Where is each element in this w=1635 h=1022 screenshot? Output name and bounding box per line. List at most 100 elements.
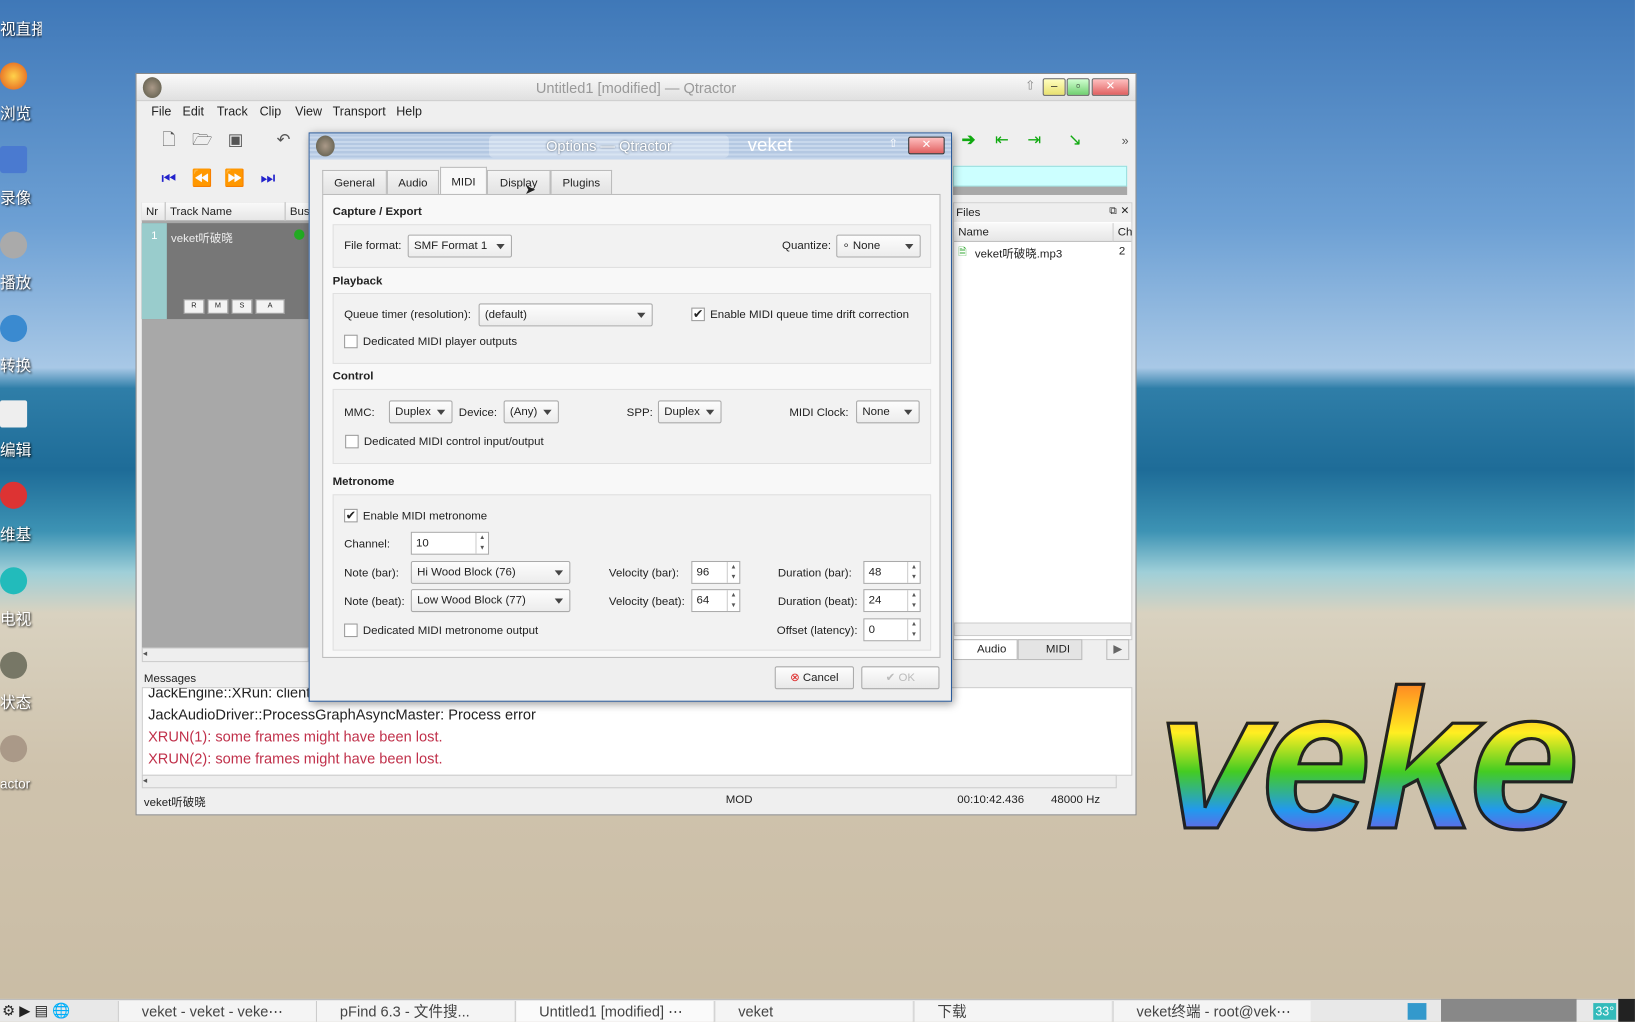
follow-icon[interactable]: ↘ <box>1064 129 1087 152</box>
converter-icon[interactable] <box>0 314 28 343</box>
menu-help[interactable]: Help <box>396 104 422 119</box>
spin-arrows-icon[interactable]: ▲ ▼ <box>475 532 488 554</box>
player-outputs-checkbox[interactable] <box>344 334 358 349</box>
col-track-name[interactable]: Track Name <box>164 202 285 222</box>
automation-button[interactable]: A <box>255 299 285 314</box>
loop-end-icon[interactable]: ⇥ <box>1023 129 1046 152</box>
cancel-button[interactable]: ⊗ Cancel <box>774 666 854 690</box>
open-folder-icon[interactable]: 🗁 <box>191 129 214 152</box>
desktop-icon-label[interactable]: 电视 <box>0 608 42 630</box>
task-terminal[interactable]: veket终端 - root@vek⋯ <box>1112 1000 1311 1022</box>
menu-edit[interactable]: Edit <box>182 104 204 119</box>
note-beat-select[interactable]: Low Wood Block (77) <box>410 589 571 613</box>
wiki-icon[interactable] <box>0 481 28 509</box>
tab-plugins[interactable]: Plugins <box>550 169 613 195</box>
signal-tray-icon[interactable] <box>1618 998 1635 1022</box>
menu-file[interactable]: File <box>151 104 171 119</box>
duration-beat-spinbox[interactable]: 24 ▲ ▼ <box>863 589 921 613</box>
track-name[interactable]: veket听破晓 <box>171 229 233 246</box>
undo-icon[interactable]: ↶ <box>272 129 295 152</box>
device-select[interactable]: (Any) <box>503 400 559 424</box>
workspace-pager[interactable] <box>1441 998 1577 1022</box>
forward-end-icon[interactable]: ⏭ <box>257 168 280 191</box>
close-button[interactable]: ✕ <box>1091 78 1130 96</box>
ok-button[interactable]: ✔ OK <box>861 666 940 690</box>
qtractor-icon[interactable] <box>0 735 28 763</box>
loop-start-icon[interactable]: ⇤ <box>991 129 1014 152</box>
browser-icon[interactable] <box>0 62 28 90</box>
metronome-output-checkbox[interactable] <box>344 623 358 638</box>
fast-forward-icon[interactable]: ⏩ <box>223 168 246 191</box>
dialog-close-button[interactable]: ✕ <box>908 136 945 155</box>
tab-general[interactable]: General <box>322 169 387 195</box>
duration-bar-spinbox[interactable]: 48 ▲ ▼ <box>863 560 921 584</box>
desktop-icon-label[interactable]: 播放 <box>0 271 42 293</box>
desktop-icon-label[interactable]: 编辑 <box>0 439 42 461</box>
quantize-select[interactable]: ∘ None <box>836 234 921 258</box>
rewind-icon[interactable]: ⏪ <box>191 168 214 191</box>
network-tray-icon[interactable] <box>1407 1003 1427 1020</box>
channel-spinbox[interactable]: 10 ▲ ▼ <box>410 531 490 555</box>
note-bar-select[interactable]: Hi Wood Block (76) <box>410 560 571 584</box>
files-hscrollbar[interactable] <box>954 622 1132 637</box>
record-button[interactable]: R <box>183 299 205 314</box>
tab-audio[interactable]: Audio <box>953 639 1018 661</box>
toolbar-more-icon[interactable]: » <box>1114 129 1137 152</box>
col-ch[interactable]: Ch <box>1112 223 1132 242</box>
punch-in-icon[interactable]: ➔ <box>957 129 980 152</box>
mute-button[interactable]: M <box>207 299 229 314</box>
spin-arrows-icon[interactable]: ▲ ▼ <box>726 590 740 612</box>
dedicated-control-checkbox[interactable] <box>345 434 359 449</box>
tv-icon[interactable] <box>0 567 28 595</box>
minimize-button[interactable]: – <box>1042 78 1066 96</box>
col-bus[interactable]: Bus <box>284 202 310 222</box>
spin-arrows-icon[interactable]: ▲ ▼ <box>726 562 740 583</box>
title-bar[interactable]: Untitled1 [modified] — Qtractor ⇧ – ▫ ✕ <box>136 74 1136 102</box>
col-name[interactable]: Name <box>954 223 1113 242</box>
enable-metronome-checkbox[interactable]: ✔ <box>344 508 358 523</box>
tab-midi[interactable]: MIDI <box>1017 639 1083 661</box>
drift-correction-checkbox[interactable]: ✔ <box>691 308 705 322</box>
launcher-icons[interactable]: ⚙ ▶ ▤ 🌐 <box>2 1002 70 1020</box>
col-nr[interactable]: Nr <box>141 202 165 222</box>
desktop-icon-label[interactable]: 视直播 <box>0 18 42 40</box>
editor-icon[interactable] <box>0 400 28 428</box>
tab-midi[interactable]: MIDI <box>440 166 487 197</box>
spin-arrows-icon[interactable]: ▲ ▼ <box>907 619 920 641</box>
status-icon[interactable] <box>0 651 28 679</box>
queue-timer-select[interactable]: (default) <box>478 303 653 327</box>
desktop-icon-label[interactable]: 维基 <box>0 523 42 545</box>
pin-up-icon[interactable]: ⇧ <box>1025 78 1035 93</box>
desktop-icon-label[interactable]: 浏览 <box>0 102 42 124</box>
menu-view[interactable]: View <box>295 104 322 119</box>
speaker-icon[interactable] <box>0 231 28 259</box>
menu-track[interactable]: Track <box>217 104 248 119</box>
midi-clock-select[interactable]: None <box>856 400 920 424</box>
task-downloads[interactable]: 下载 <box>913 1000 1112 1022</box>
save-icon[interactable]: ▣ <box>224 129 247 152</box>
menu-transport[interactable]: Transport <box>333 104 386 119</box>
file-format-select[interactable]: SMF Format 1 <box>407 234 512 258</box>
file-name[interactable]: veket听破晓.mp3 <box>975 245 1062 262</box>
track-row[interactable]: 1 veket听破晓 R M S A <box>141 223 309 320</box>
desktop-icon-label[interactable]: 状态 <box>0 691 42 713</box>
spin-arrows-icon[interactable]: ▲ ▼ <box>907 590 920 612</box>
task-browser[interactable]: veket - veket - veke⋯ <box>117 1000 316 1022</box>
desktop-icon-label[interactable]: 录像 <box>0 187 42 209</box>
close-panel-icon[interactable]: ✕ <box>1120 205 1129 216</box>
spp-select[interactable]: Duplex <box>657 400 722 424</box>
task-qtractor[interactable]: Untitled1 [modified] ⋯ <box>515 1000 714 1022</box>
spin-arrows-icon[interactable]: ▲ ▼ <box>907 562 920 583</box>
play-file-button[interactable]: ▶ <box>1106 639 1130 661</box>
task-pfind[interactable]: pFind 6.3 - 文件搜... <box>315 1000 515 1022</box>
pin-up-icon[interactable]: ⇧ <box>888 137 898 151</box>
velocity-beat-spinbox[interactable]: 64 ▲ ▼ <box>691 589 741 613</box>
solo-button[interactable]: S <box>231 299 253 314</box>
tab-audio[interactable]: Audio <box>386 169 439 195</box>
rewind-start-icon[interactable]: ⏮ <box>157 168 180 191</box>
menu-clip[interactable]: Clip <box>260 104 282 119</box>
maximize-button[interactable]: ▫ <box>1066 78 1090 96</box>
offset-spinbox[interactable]: 0 ▲ ▼ <box>863 618 921 642</box>
new-file-icon[interactable]: 🗋 <box>157 129 180 152</box>
velocity-bar-spinbox[interactable]: 96 ▲ ▼ <box>691 560 741 584</box>
